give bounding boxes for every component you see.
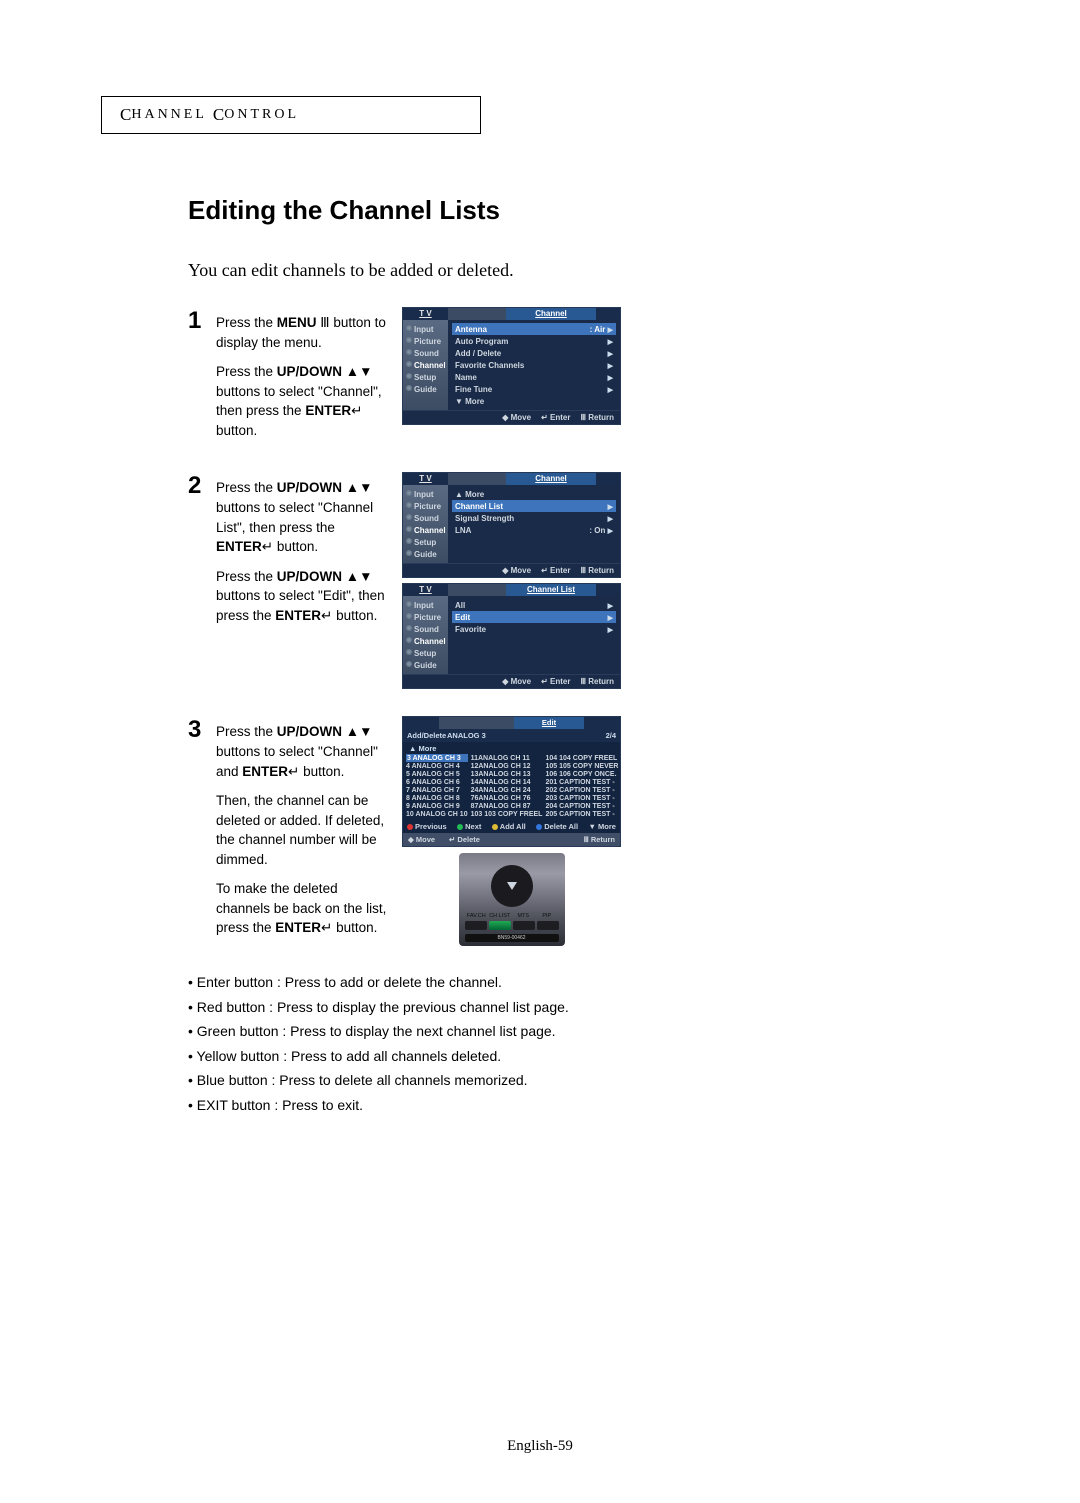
notes: • Enter button : Press to add or delete … bbox=[188, 970, 908, 1117]
remote-illustration: FAV.CHCH LISTMTSPIP BN59-00462 bbox=[459, 853, 565, 946]
intro-text: You can edit channels to be added or del… bbox=[188, 260, 908, 281]
osd-screenshot-2: T VChannel InputPictureSoundChannelSetup… bbox=[402, 472, 621, 694]
step-1: 1 Press the MENU Ⅲ button to display the… bbox=[188, 307, 908, 450]
osd-sidebar: InputPictureSound ChannelSetupGuide bbox=[403, 320, 448, 410]
step-3: 3 Press the UP/DOWN ▲▼ buttons to select… bbox=[188, 716, 908, 948]
step-2: 2 Press the UP/DOWN ▲▼ buttons to select… bbox=[188, 472, 908, 694]
page-title: Editing the Channel Lists bbox=[188, 195, 908, 226]
osd-screenshot-1: T VChannel InputPictureSound ChannelSetu… bbox=[402, 307, 621, 430]
page-number: English-59 bbox=[0, 1438, 1080, 1455]
osd-screenshot-3: Edit Add/DeleteANALOG 32/4 ▲ More 3 ANAL… bbox=[402, 716, 621, 946]
section-header: CHANNEL CONTROL bbox=[101, 96, 481, 134]
